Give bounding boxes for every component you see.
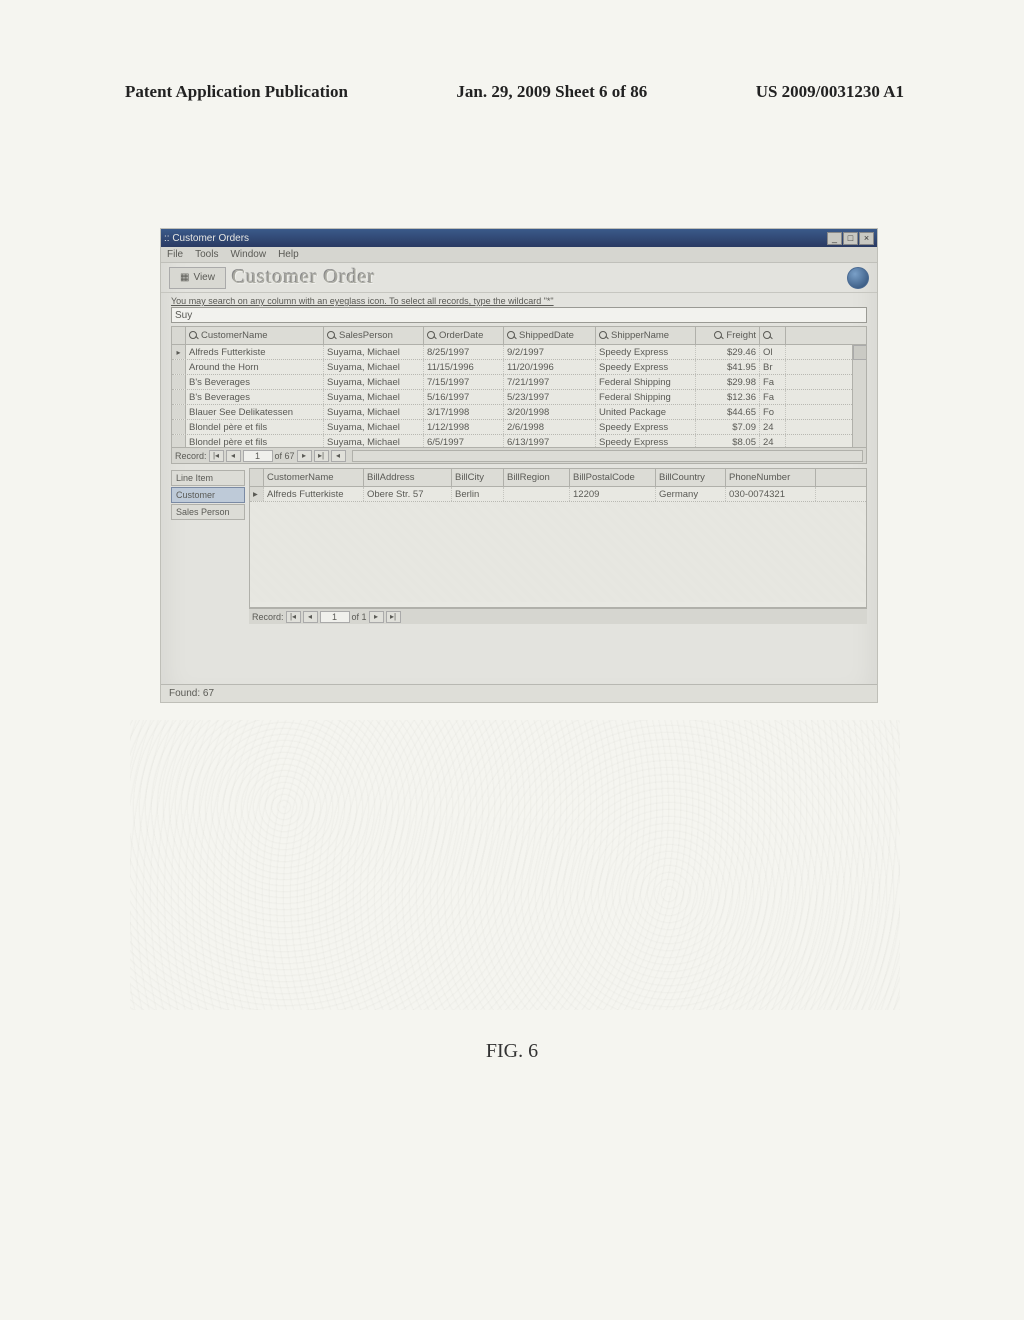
table-row[interactable]: Blondel père et filsSuyama, Michael1/12/…: [172, 420, 866, 435]
scol-phone[interactable]: PhoneNumber: [726, 469, 816, 486]
nav-new-button[interactable]: ◂: [331, 450, 346, 462]
scan-noise: [130, 720, 900, 1010]
customer-subgrid: CustomerName BillAddress BillCity BillRe…: [249, 468, 867, 608]
scol-bill-city[interactable]: BillCity: [452, 469, 504, 486]
sub-record-total: of 1: [352, 612, 367, 622]
search-value: Suy: [175, 310, 192, 321]
menu-tools[interactable]: Tools: [195, 249, 218, 260]
eyeglass-icon: [599, 331, 609, 341]
scol-bill-country[interactable]: BillCountry: [656, 469, 726, 486]
status-bar: Found: 67: [161, 684, 877, 702]
close-button[interactable]: ×: [859, 232, 874, 245]
record-position: 1: [243, 450, 273, 462]
menubar: File Tools Window Help: [161, 247, 877, 263]
subgrid-header: CustomerName BillAddress BillCity BillRe…: [250, 469, 866, 487]
eyeglass-icon: [427, 331, 437, 341]
scol-bill-address[interactable]: BillAddress: [364, 469, 452, 486]
empty-grid-area: [250, 502, 866, 602]
sub-nav-next-button[interactable]: ▸: [369, 611, 384, 623]
orders-grid: CustomerName SalesPerson OrderDate Shipp…: [171, 326, 867, 464]
eyeglass-icon: [714, 331, 724, 341]
app-window: :: Customer Orders _ □ × File Tools Wind…: [160, 228, 878, 703]
pub-center: Jan. 29, 2009 Sheet 6 of 86: [456, 82, 647, 102]
window-title: :: Customer Orders: [164, 233, 826, 244]
view-row: ▦ View Customer Order: [161, 263, 877, 293]
menu-help[interactable]: Help: [278, 249, 299, 260]
detail-section: Line Item Customer Sales Person Customer…: [171, 468, 867, 624]
col-shipped-date[interactable]: ShippedDate: [504, 327, 596, 344]
detail-tabs: Line Item Customer Sales Person: [171, 468, 245, 624]
view-button[interactable]: ▦ View: [169, 267, 226, 289]
tab-customer[interactable]: Customer: [171, 487, 245, 503]
view-title: Customer Order: [232, 266, 375, 289]
page-header: Patent Application Publication Jan. 29, …: [0, 82, 1024, 102]
col-sales-person[interactable]: SalesPerson: [324, 327, 424, 344]
sub-record-label: Record:: [252, 612, 284, 622]
grid-icon: ▦: [180, 272, 189, 283]
row-marker: [172, 405, 186, 419]
col-order-date[interactable]: OrderDate: [424, 327, 504, 344]
sub-record-navigator: Record: |◂ ◂ 1 of 1 ▸ ▸|: [249, 608, 867, 624]
scol-bill-region[interactable]: BillRegion: [504, 469, 570, 486]
pub-left: Patent Application Publication: [125, 82, 348, 102]
vertical-scrollbar[interactable]: [852, 345, 866, 463]
col-freight[interactable]: Freight: [696, 327, 760, 344]
row-marker: [172, 360, 186, 374]
sub-nav-last-button[interactable]: ▸|: [386, 611, 401, 623]
col-customer-name[interactable]: CustomerName: [186, 327, 324, 344]
record-navigator: Record: |◂ ◂ 1 of 67 ▸ ▸| ◂: [172, 447, 866, 463]
sub-nav-prev-button[interactable]: ◂: [303, 611, 318, 623]
row-marker: ▸: [172, 345, 186, 359]
eyeglass-icon: [763, 331, 773, 341]
sub-nav-first-button[interactable]: |◂: [286, 611, 301, 623]
scol-bill-postal[interactable]: BillPostalCode: [570, 469, 656, 486]
view-button-label: View: [193, 272, 215, 283]
maximize-button[interactable]: □: [843, 232, 858, 245]
table-row[interactable]: Around the HornSuyama, Michael11/15/1996…: [172, 360, 866, 375]
status-text: Found: 67: [169, 688, 214, 699]
row-marker: [172, 390, 186, 404]
nav-prev-button[interactable]: ◂: [226, 450, 241, 462]
table-row[interactable]: B's BeveragesSuyama, Michael7/15/19977/2…: [172, 375, 866, 390]
nav-next-button[interactable]: ▸: [297, 450, 312, 462]
row-marker: [172, 375, 186, 389]
col-extra[interactable]: [760, 327, 786, 344]
menu-file[interactable]: File: [167, 249, 183, 260]
horizontal-scrollbar[interactable]: [352, 450, 863, 462]
grid-header: CustomerName SalesPerson OrderDate Shipp…: [172, 327, 866, 345]
nav-first-button[interactable]: |◂: [209, 450, 224, 462]
globe-icon: [847, 267, 869, 289]
minimize-button[interactable]: _: [827, 232, 842, 245]
table-row[interactable]: B's BeveragesSuyama, Michael5/16/19975/2…: [172, 390, 866, 405]
table-row[interactable]: ▸Alfreds FutterkisteSuyama, Michael8/25/…: [172, 345, 866, 360]
pub-right: US 2009/0031230 A1: [756, 82, 904, 102]
scol-customer-name[interactable]: CustomerName: [264, 469, 364, 486]
record-total: of 67: [275, 451, 295, 461]
search-instruction: You may search on any column with an eye…: [161, 293, 877, 307]
eyeglass-icon: [189, 331, 199, 341]
table-row[interactable]: Blauer See DelikatessenSuyama, Michael3/…: [172, 405, 866, 420]
menu-window[interactable]: Window: [230, 249, 266, 260]
tab-line-item[interactable]: Line Item: [171, 470, 245, 486]
col-shipper-name[interactable]: ShipperName: [596, 327, 696, 344]
search-input[interactable]: Suy: [171, 307, 867, 323]
tab-sales-person[interactable]: Sales Person: [171, 504, 245, 520]
eyeglass-icon: [327, 331, 337, 341]
eyeglass-icon: [507, 331, 517, 341]
row-marker: [172, 420, 186, 434]
subgrid-row[interactable]: ▸ Alfreds Futterkiste Obere Str. 57 Berl…: [250, 487, 866, 502]
row-marker: ▸: [250, 487, 264, 501]
record-label: Record:: [175, 451, 207, 461]
figure-caption: FIG. 6: [0, 1040, 1024, 1063]
titlebar: :: Customer Orders _ □ ×: [161, 229, 877, 247]
sub-record-position: 1: [320, 611, 350, 623]
nav-last-button[interactable]: ▸|: [314, 450, 329, 462]
